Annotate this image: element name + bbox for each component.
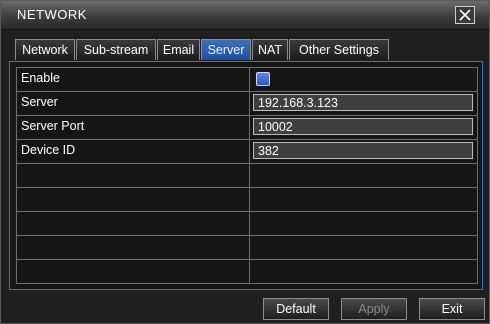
settings-table: Enable Server 192.168.3.123 Server Port …	[16, 67, 478, 284]
empty-row	[17, 164, 477, 188]
device-id-label: Device ID	[21, 143, 76, 157]
server-label: Server	[21, 95, 58, 109]
empty-row	[17, 236, 477, 260]
empty-row	[17, 188, 477, 212]
window-title: NETWORK	[17, 7, 87, 22]
column-divider	[249, 68, 250, 91]
tab-email[interactable]: Email	[157, 39, 200, 60]
column-divider	[249, 260, 250, 283]
settings-panel: Enable Server 192.168.3.123 Server Port …	[9, 61, 483, 290]
column-divider	[249, 236, 250, 259]
tab-nat[interactable]: NAT	[252, 39, 288, 60]
column-divider	[249, 140, 250, 163]
tab-server[interactable]: Server	[201, 39, 251, 60]
enable-checkbox[interactable]	[256, 72, 270, 86]
row-enable: Enable	[17, 68, 477, 92]
tab-other-settings[interactable]: Other Settings	[289, 39, 389, 60]
server-input[interactable]: 192.168.3.123	[253, 94, 473, 111]
server-port-label: Server Port	[21, 119, 85, 133]
column-divider	[249, 92, 250, 115]
close-icon	[459, 9, 471, 21]
row-server: Server 192.168.3.123	[17, 92, 477, 116]
enable-label: Enable	[21, 71, 60, 85]
empty-row	[17, 212, 477, 236]
empty-row	[17, 260, 477, 283]
column-divider	[249, 212, 250, 235]
apply-button[interactable]: Apply	[341, 298, 407, 320]
title-bar: NETWORK	[1, 1, 489, 30]
tab-sub-stream[interactable]: Sub-stream	[76, 39, 156, 60]
column-divider	[249, 116, 250, 139]
exit-button[interactable]: Exit	[419, 298, 485, 320]
device-id-input[interactable]: 382	[253, 142, 473, 159]
column-divider	[249, 164, 250, 187]
network-dialog: NETWORK Network Sub-stream Email Server …	[0, 0, 490, 324]
tab-network[interactable]: Network	[15, 39, 75, 60]
default-button[interactable]: Default	[263, 298, 329, 320]
row-server-port: Server Port 10002	[17, 116, 477, 140]
column-divider	[249, 188, 250, 211]
server-port-input[interactable]: 10002	[253, 118, 473, 135]
close-button[interactable]	[455, 6, 475, 24]
row-device-id: Device ID 382	[17, 140, 477, 164]
